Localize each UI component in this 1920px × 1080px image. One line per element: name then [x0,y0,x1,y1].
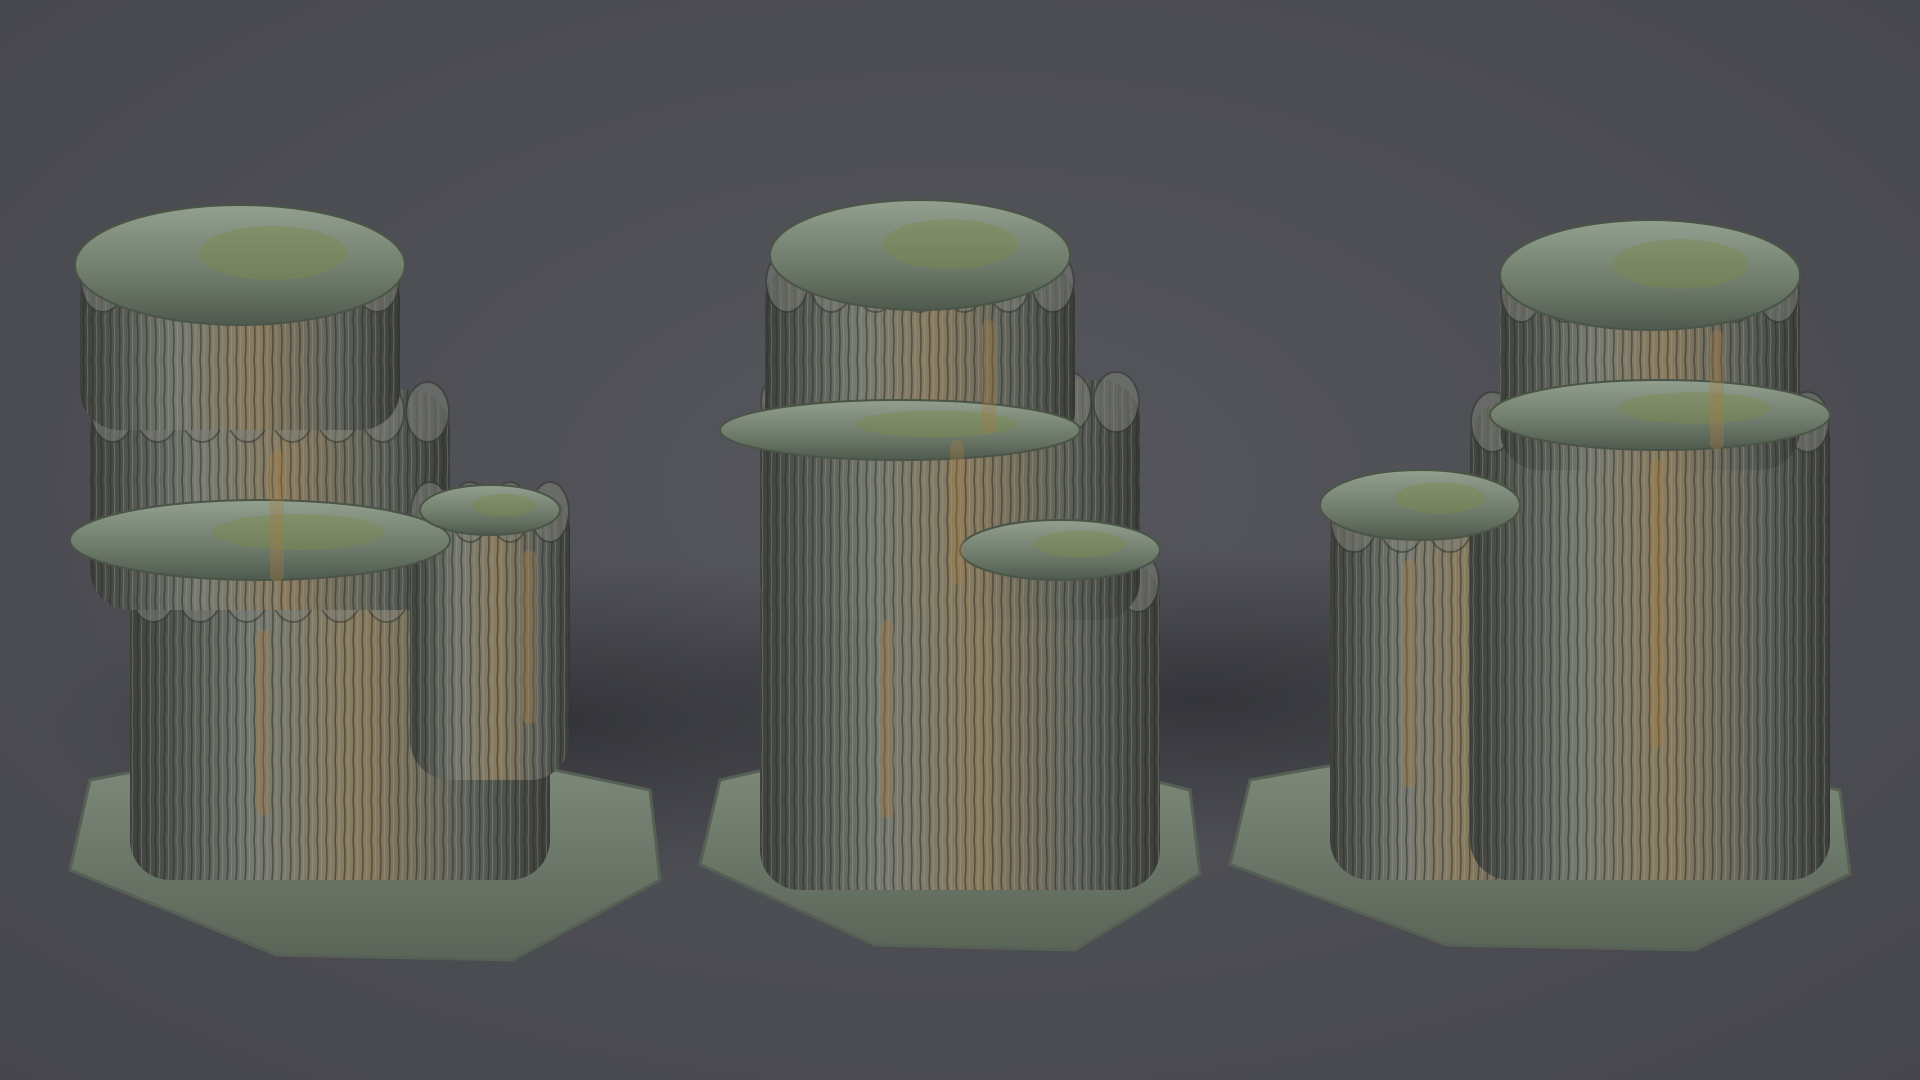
rust-streak [1710,330,1724,450]
rust-streak [950,440,964,584]
rust-streak [982,320,996,434]
moss-patch [1035,530,1125,558]
moss-patch [212,514,384,550]
rock-drip-bulge [405,381,450,443]
rust-streak [270,450,284,582]
moss-patch [1395,482,1485,514]
rust-streak [1402,560,1416,788]
moss-patch [1617,392,1771,424]
moss-patch [1612,239,1748,289]
rust-streak [522,550,536,724]
rust-streak [256,630,270,816]
render-viewport [0,0,1920,1080]
moss-patch [472,493,536,517]
rust-streak [880,620,894,818]
moss-patch [882,219,1018,269]
moss-patch [198,226,348,280]
rust-streak [1650,460,1664,748]
scene-canvas [0,0,1920,1080]
rock-drip-bulge [1092,371,1140,433]
